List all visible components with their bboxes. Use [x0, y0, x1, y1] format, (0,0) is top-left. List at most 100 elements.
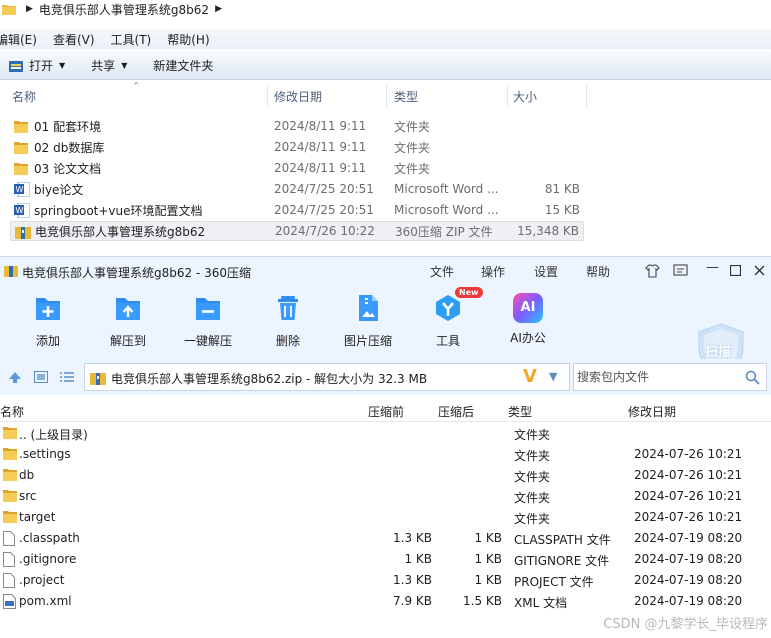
delete-label: 删除: [275, 334, 300, 348]
share-label: 共享: [91, 59, 116, 73]
vip-icon[interactable]: V: [523, 366, 537, 387]
row-type: Microsoft Word ...: [394, 203, 499, 217]
zip-toolbar: 添加 解压到 一键解压 删除 图片压缩 New 工具 AI AI办公 扫描: [0, 285, 771, 375]
row-date: 2024-07-19 08:20: [634, 552, 743, 566]
explorer-row[interactable]: Wbiye论文 2024/7/25 20:51 Microsoft Word ...…: [10, 179, 584, 199]
delete-button[interactable]: 删除: [253, 293, 323, 349]
open-button[interactable]: 打开 ▼: [8, 57, 65, 74]
search-icon[interactable]: [745, 370, 760, 385]
zip-window-title: 电竞俱乐部人事管理系统g8b62 - 360压缩: [22, 266, 252, 280]
zip-row[interactable]: db 文件夹 2024-07-26 10:21: [0, 465, 771, 486]
column-divider[interactable]: [386, 84, 387, 108]
explorer-row[interactable]: 01 配套环境 2024/8/11 9:11 文件夹: [10, 116, 584, 136]
zip-path-field[interactable]: 电竞俱乐部人事管理系统g8b62.zip - 解包大小为 32.3 MB V ▼: [84, 363, 570, 391]
row-name: db: [19, 468, 35, 482]
zip-menu-help[interactable]: 帮助: [586, 263, 610, 280]
zip-row[interactable]: src 文件夹 2024-07-26 10:21: [0, 486, 771, 507]
row-type: PROJECT 文件: [514, 575, 594, 589]
zip-icon: [15, 223, 33, 239]
image-compress-button[interactable]: 图片压缩: [333, 293, 403, 349]
skin-shirt-icon[interactable]: [645, 264, 660, 278]
explorer-row[interactable]: 02 db数据库 2024/8/11 9:11 文件夹: [10, 137, 584, 157]
ai-office-icon: AI: [513, 293, 543, 323]
zip-row[interactable]: .classpath 1.3 KB 1 KB CLASSPATH 文件 2024-07-…: [0, 528, 771, 549]
maximize-icon[interactable]: [730, 265, 741, 276]
row-size-before: 1.3 KB: [393, 573, 432, 587]
row-date: 2024/8/11 9:11: [274, 140, 367, 154]
share-button[interactable]: 共享 ▼: [91, 57, 127, 74]
zip-address-bar: 电竞俱乐部人事管理系统g8b62.zip - 解包大小为 32.3 MB V ▼: [0, 359, 771, 395]
zip-row[interactable]: pom.xml 7.9 KB 1.5 KB XML 文档 2024-07-19 08:2…: [0, 591, 771, 612]
explorer-row[interactable]: 电竞俱乐部人事管理系统g8b62 2024/7/26 10:22 360压缩 ZIP…: [10, 221, 584, 241]
row-date: 2024-07-26 10:21: [634, 489, 743, 503]
row-date: 2024-07-26 10:21: [634, 447, 743, 461]
ai-office-button[interactable]: AI AI办公: [493, 293, 563, 346]
column-name[interactable]: 名称: [0, 403, 24, 420]
column-compressed-before[interactable]: 压缩前: [368, 403, 404, 420]
zip-menu-operate[interactable]: 操作: [481, 263, 505, 280]
scan-label: 扫描: [705, 345, 732, 360]
column-type[interactable]: 类型: [394, 88, 418, 105]
open-icon: [9, 60, 23, 72]
folder-icon: [3, 426, 17, 441]
zip-row[interactable]: .project 1.3 KB 1 KB PROJECT 文件 2024-07-19 0…: [0, 570, 771, 591]
file-icon: [3, 552, 17, 567]
feedback-icon[interactable]: [673, 264, 688, 278]
thumbnail-view-icon[interactable]: [34, 371, 48, 383]
column-type[interactable]: 类型: [508, 403, 532, 420]
search-field[interactable]: [573, 363, 767, 391]
extract-to-button[interactable]: 解压到: [93, 293, 163, 349]
row-size: 15,348 KB: [517, 224, 579, 238]
column-divider[interactable]: [507, 84, 508, 108]
menu-edit[interactable]: 编辑(E): [0, 31, 37, 48]
new-badge: New: [455, 287, 483, 298]
one-click-extract-icon: [196, 298, 220, 320]
menu-help[interactable]: 帮助(H): [167, 31, 209, 48]
zip-menu-file[interactable]: 文件: [430, 263, 454, 280]
zip-menu-settings[interactable]: 设置: [534, 263, 558, 280]
zip-row[interactable]: .. (上级目录) 文件夹: [0, 423, 771, 444]
explorer-row[interactable]: Wspringboot+vue环境配置文档 2024/7/25 20:51 Micr…: [10, 200, 584, 220]
folder-icon: [3, 447, 17, 462]
zip-column-header: 名称 压缩前 压缩后 类型 修改日期: [0, 400, 771, 422]
column-size[interactable]: 大小: [513, 88, 537, 105]
zip-row[interactable]: .gitignore 1 KB 1 KB GITIGNORE 文件 2024-07-19…: [0, 549, 771, 570]
chevron-right-icon[interactable]: ▶: [215, 4, 222, 14]
column-divider[interactable]: [267, 84, 268, 108]
column-compressed-after[interactable]: 压缩后: [438, 403, 474, 420]
column-divider[interactable]: [586, 84, 587, 108]
new-folder-button[interactable]: 新建文件夹: [153, 57, 213, 74]
minimize-icon[interactable]: —: [706, 260, 719, 275]
address-breadcrumb[interactable]: ▶ 电竞俱乐部人事管理系统g8b62 ▶: [0, 0, 771, 18]
up-arrow-icon[interactable]: [8, 371, 22, 383]
sort-up-icon: ^: [133, 81, 140, 90]
image-compress-label: 图片压缩: [343, 334, 392, 348]
row-name: 电竞俱乐部人事管理系统g8b62: [35, 224, 206, 239]
folder-icon: [3, 468, 17, 483]
row-name: 03 论文文档: [34, 161, 102, 176]
zip-row[interactable]: .settings 文件夹 2024-07-26 10:21: [0, 444, 771, 465]
row-name: biye论文: [34, 182, 84, 197]
menu-tools[interactable]: 工具(T): [111, 31, 152, 48]
tools-button[interactable]: New 工具: [413, 287, 483, 349]
one-click-extract-button[interactable]: 一键解压: [173, 293, 243, 349]
search-input[interactable]: [577, 370, 737, 384]
chevron-right-icon[interactable]: ▶: [26, 4, 33, 14]
column-name[interactable]: 名称: [12, 88, 36, 105]
close-icon[interactable]: [754, 265, 765, 276]
menu-view[interactable]: 查看(V): [53, 31, 95, 48]
column-date[interactable]: 修改日期: [628, 403, 676, 420]
column-date[interactable]: 修改日期: [274, 88, 322, 105]
add-icon: [36, 298, 60, 320]
row-type: 文件夹: [514, 428, 551, 442]
add-button[interactable]: 添加: [13, 293, 83, 349]
breadcrumb-item[interactable]: 电竞俱乐部人事管理系统g8b62: [39, 1, 209, 18]
zip-row[interactable]: target 文件夹 2024-07-26 10:21: [0, 507, 771, 528]
row-size: 15 KB: [544, 203, 580, 217]
explorer-row[interactable]: 03 论文文档 2024/8/11 9:11 文件夹: [10, 158, 584, 178]
list-view-icon[interactable]: [60, 371, 74, 383]
chevron-down-icon[interactable]: ▼: [549, 370, 557, 383]
row-date: 2024-07-19 08:20: [634, 594, 743, 608]
svg-text:W: W: [16, 206, 24, 215]
row-name: pom.xml: [19, 594, 72, 608]
